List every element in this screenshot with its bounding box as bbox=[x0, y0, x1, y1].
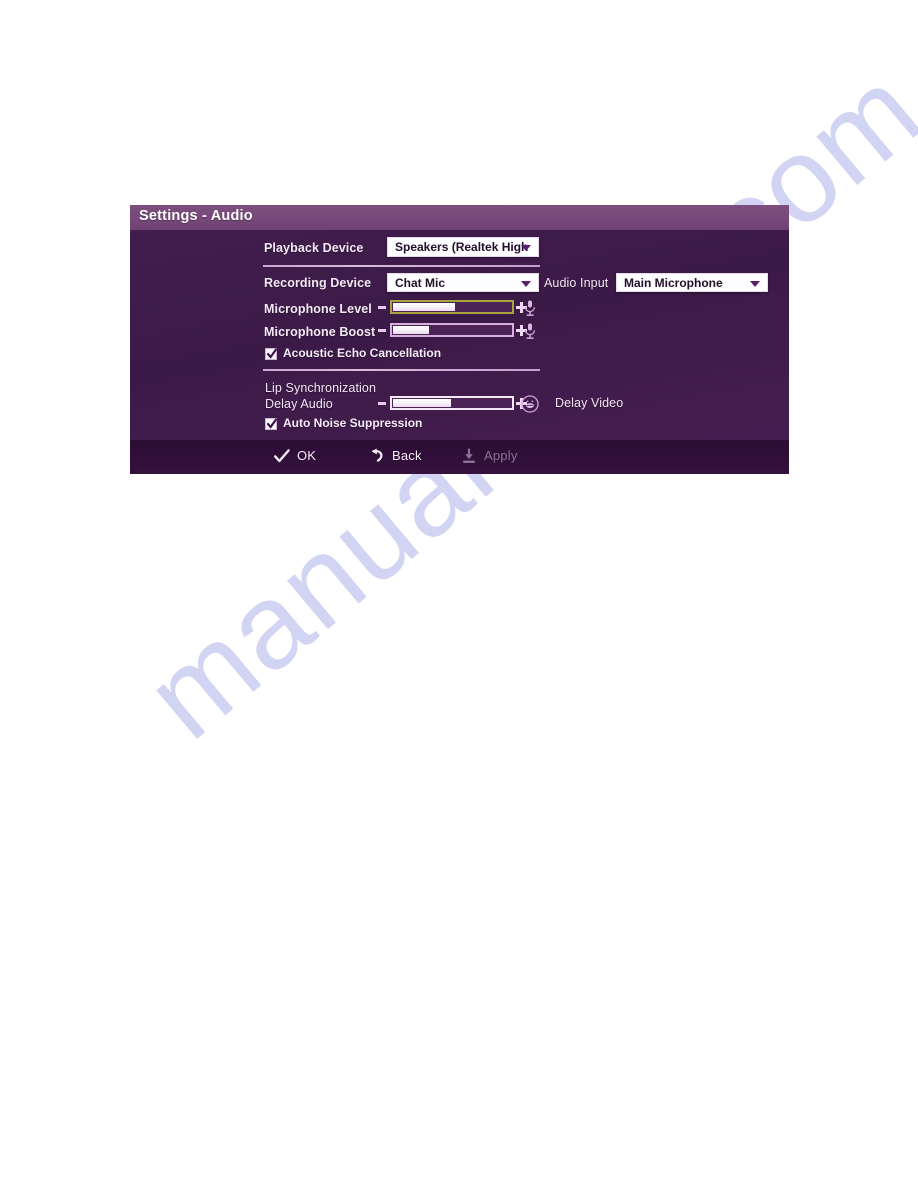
delay-audio-track[interactable] bbox=[390, 396, 514, 410]
dialog-footer: OK Back Apply bbox=[130, 440, 789, 474]
page-watermark: manualshive.com bbox=[0, 0, 918, 1188]
delay-audio-label: Delay Audio bbox=[265, 397, 333, 411]
microphone-level-decrease-button[interactable] bbox=[378, 306, 386, 309]
page-title: Settings - Audio bbox=[139, 208, 253, 224]
microphone-level-fill bbox=[393, 303, 455, 311]
microphone-boost-label: Microphone Boost bbox=[264, 325, 376, 339]
recording-device-value: Chat Mic bbox=[395, 276, 446, 290]
microphone-boost-slider[interactable] bbox=[378, 323, 528, 339]
playback-device-value: Speakers (Realtek High bbox=[395, 240, 529, 254]
microphone-boost-track[interactable] bbox=[390, 323, 514, 337]
delay-audio-slider[interactable] bbox=[378, 396, 528, 412]
microphone-icon bbox=[523, 322, 537, 340]
auto-noise-suppression-label: Auto Noise Suppression bbox=[283, 416, 423, 430]
microphone-icon bbox=[523, 299, 537, 317]
chevron-down-icon bbox=[521, 245, 531, 251]
microphone-level-track[interactable] bbox=[390, 300, 514, 314]
back-arrow-icon bbox=[372, 448, 383, 462]
checkmark-icon bbox=[267, 418, 277, 429]
ok-button-label: OK bbox=[297, 448, 317, 463]
dialog-body: Playback Device Speakers (Realtek High R… bbox=[130, 230, 789, 440]
acoustic-echo-cancellation-checkbox[interactable] bbox=[265, 348, 277, 360]
microphone-boost-decrease-button[interactable] bbox=[378, 329, 386, 332]
audio-input-label: Audio Input bbox=[544, 276, 609, 290]
chevron-down-icon bbox=[750, 280, 760, 287]
audio-input-value: Main Microphone bbox=[624, 276, 723, 290]
auto-noise-suppression-checkbox[interactable] bbox=[265, 418, 277, 430]
separator-bottom bbox=[263, 369, 540, 371]
apply-button-label: Apply bbox=[484, 448, 518, 463]
settings-audio-dialog: Settings - Audio Playback Device Speaker… bbox=[130, 205, 789, 474]
microphone-boost-fill bbox=[393, 326, 430, 334]
checkmark-icon bbox=[274, 449, 290, 463]
checkmark-icon bbox=[267, 348, 277, 359]
playback-device-dropdown[interactable]: Speakers (Realtek High bbox=[387, 237, 539, 257]
lip-sync-face-icon bbox=[521, 395, 539, 413]
dialog-titlebar: Settings - Audio bbox=[130, 205, 789, 230]
playback-device-label: Playback Device bbox=[264, 241, 364, 255]
audio-input-dropdown[interactable]: Main Microphone bbox=[616, 273, 768, 292]
recording-device-dropdown[interactable]: Chat Mic bbox=[387, 273, 539, 292]
delay-audio-decrease-button[interactable] bbox=[378, 402, 386, 405]
delay-audio-fill bbox=[393, 399, 451, 407]
chevron-down-icon bbox=[521, 280, 531, 287]
delay-video-label: Delay Video bbox=[555, 396, 624, 410]
microphone-level-label: Microphone Level bbox=[264, 302, 372, 316]
lip-synchronization-label: Lip Synchronization bbox=[265, 381, 376, 395]
recording-device-label: Recording Device bbox=[264, 276, 372, 290]
microphone-level-slider[interactable] bbox=[378, 300, 528, 316]
back-button-label: Back bbox=[392, 448, 422, 463]
separator-top bbox=[263, 265, 540, 267]
acoustic-echo-cancellation-label: Acoustic Echo Cancellation bbox=[283, 346, 442, 360]
apply-download-icon bbox=[463, 448, 475, 463]
